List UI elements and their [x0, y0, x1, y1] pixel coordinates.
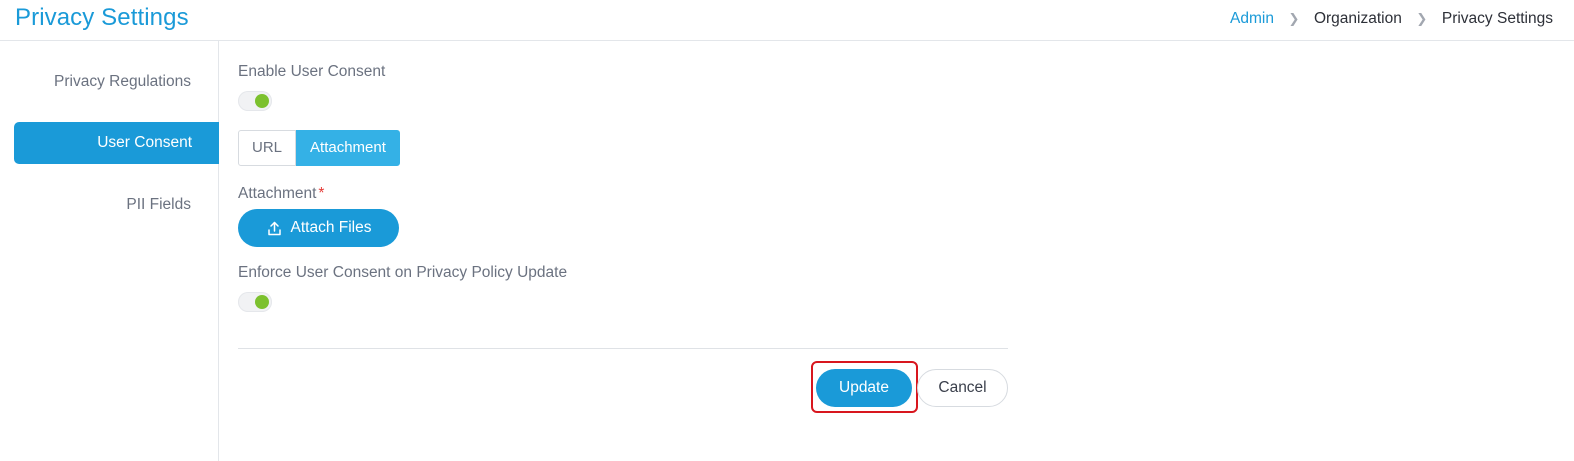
breadcrumb-privacy-settings: Privacy Settings: [1441, 10, 1553, 27]
chevron-right-icon: ❯: [1416, 11, 1428, 26]
tab-url[interactable]: URL: [238, 130, 297, 166]
tab-attachment[interactable]: Attachment: [296, 130, 400, 166]
sidebar-item-user-consent[interactable]: User Consent: [14, 122, 219, 164]
page-title: Privacy Settings: [15, 4, 189, 31]
top-bar: Privacy Settings Admin ❯ Organization ❯ …: [0, 0, 1574, 41]
attachment-label-text: Attachment: [238, 185, 317, 202]
enforce-consent-label: Enforce User Consent on Privacy Policy U…: [238, 264, 568, 281]
sidebar-item-privacy-regulations[interactable]: Privacy Regulations: [54, 73, 191, 91]
toggle-knob: [255, 295, 269, 309]
enable-user-consent-toggle[interactable]: [238, 91, 272, 111]
breadcrumb-admin[interactable]: Admin: [1230, 10, 1274, 28]
update-button[interactable]: Update: [816, 369, 912, 407]
settings-sidebar: Privacy Regulations User Consent PII Fie…: [0, 41, 219, 461]
attach-files-button[interactable]: Attach Files: [238, 209, 399, 247]
breadcrumb: Admin ❯ Organization ❯ Privacy Settings: [1230, 10, 1553, 28]
cancel-button[interactable]: Cancel: [917, 369, 1008, 407]
required-asterisk: *: [318, 185, 325, 202]
enable-user-consent-label: Enable User Consent: [238, 63, 386, 80]
toggle-knob: [255, 94, 269, 108]
attach-files-label: Attach Files: [290, 219, 372, 236]
upload-icon: [267, 221, 281, 235]
chevron-right-icon: ❯: [1288, 11, 1300, 26]
sidebar-item-pii-fields[interactable]: PII Fields: [126, 196, 191, 214]
breadcrumb-organization: Organization: [1313, 10, 1402, 27]
enforce-consent-toggle[interactable]: [238, 292, 272, 312]
consent-source-tabs: URL Attachment: [238, 130, 400, 166]
attachment-label: Attachment *: [238, 185, 324, 203]
form-divider: [238, 348, 1008, 349]
